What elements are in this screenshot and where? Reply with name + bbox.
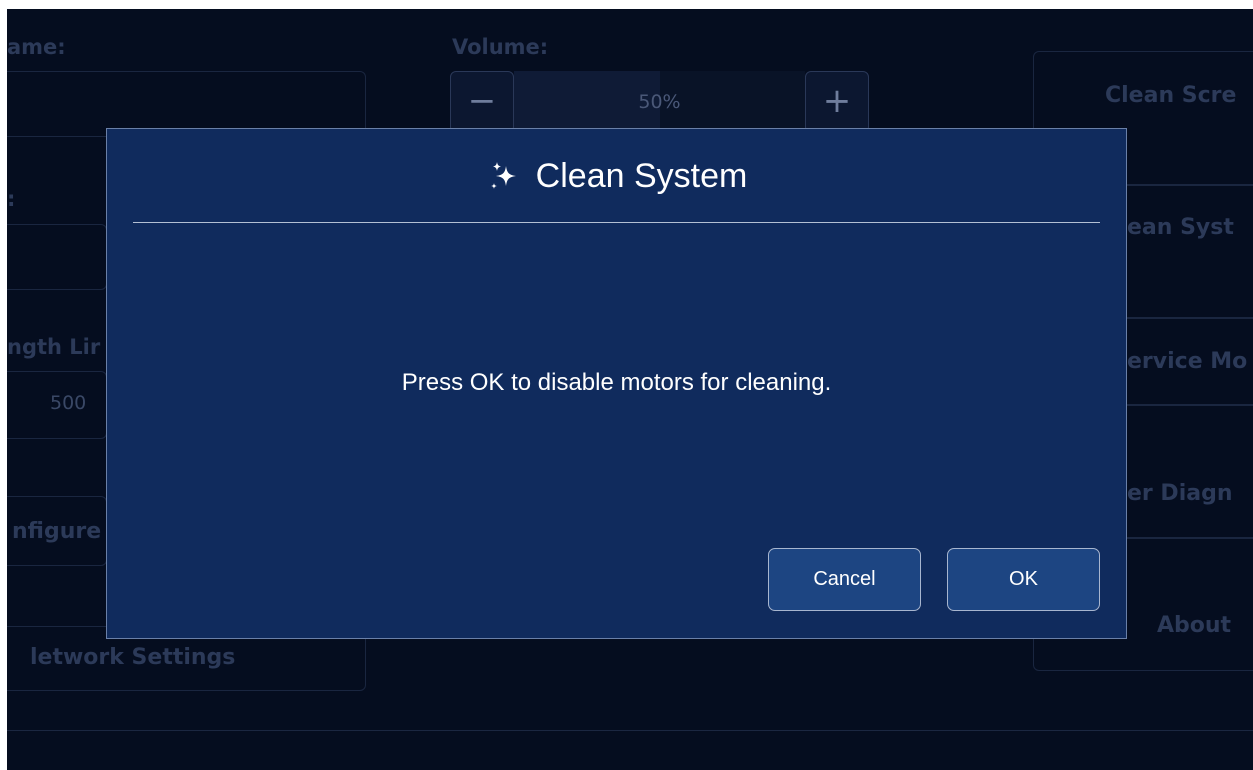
length-limit-field[interactable]: 500 xyxy=(7,371,107,439)
ok-button[interactable]: OK xyxy=(947,548,1100,611)
configure-label: nfigure xyxy=(12,519,102,544)
volume-increase-button[interactable]: + xyxy=(805,71,869,133)
clean-screen-button[interactable]: Clean Scre xyxy=(1105,83,1236,108)
volume-value: 50% xyxy=(638,91,681,113)
network-settings-label: letwork Settings xyxy=(30,645,236,670)
dialog-divider xyxy=(133,222,1100,223)
configure-button[interactable]: nfigure xyxy=(7,496,107,566)
field-2-input[interactable] xyxy=(7,224,107,290)
volume-slider[interactable]: 50% xyxy=(514,71,805,133)
service-mode-button[interactable]: ervice Mo xyxy=(1127,349,1247,374)
sparkle-icon xyxy=(490,162,516,189)
length-limit-value: 500 xyxy=(50,392,87,414)
field-label-2: : xyxy=(7,187,16,211)
diagnostics-button[interactable]: er Diagn xyxy=(1127,481,1233,506)
about-button[interactable]: About xyxy=(1157,613,1231,638)
volume-label: Volume: xyxy=(452,35,549,59)
dialog-header: Clean System xyxy=(107,154,1126,198)
length-limit-label: ngth Lir xyxy=(7,335,101,359)
footer-divider xyxy=(7,730,1253,731)
volume-decrease-button[interactable]: − xyxy=(450,71,514,133)
dialog-title: Clean System xyxy=(535,156,748,195)
name-label: ame: xyxy=(7,35,66,59)
cancel-button[interactable]: Cancel xyxy=(768,548,921,611)
clean-system-dialog: Clean System Press OK to disable motors … xyxy=(106,128,1127,639)
app-screen: ame: : ngth Lir 500 nfigure letwork Sett… xyxy=(7,9,1253,770)
clean-system-button[interactable]: ean Syst xyxy=(1127,215,1234,240)
dialog-message: Press OK to disable motors for cleaning. xyxy=(401,369,832,396)
